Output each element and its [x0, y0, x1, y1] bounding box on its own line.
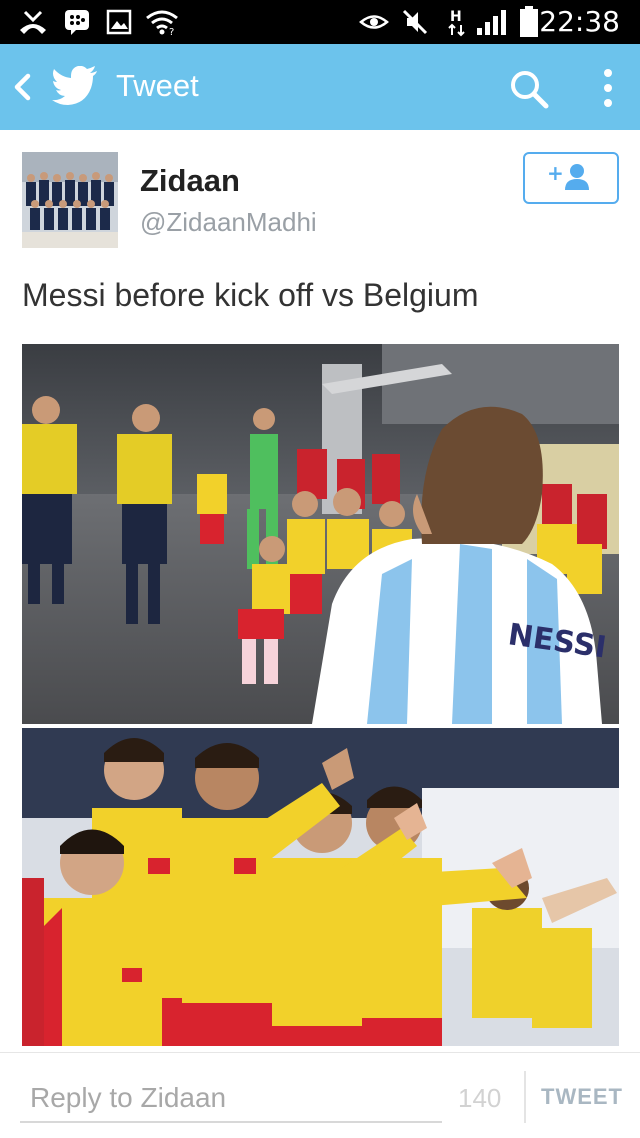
search-icon[interactable]	[508, 68, 550, 110]
bbm-icon	[62, 6, 92, 38]
image-icon	[104, 6, 134, 38]
action-bar-title: Tweet	[116, 68, 199, 103]
divider	[524, 1071, 526, 1123]
reply-input[interactable]	[20, 1075, 442, 1123]
svg-text:?: ?	[169, 27, 174, 36]
missed-call-icon	[14, 6, 52, 38]
tweet-photo-tunnel[interactable]: NESSI	[22, 344, 619, 724]
tweet-text: Messi before kick off vs Belgium	[22, 277, 479, 313]
author-handle[interactable]: @ZidaanMadhi	[140, 205, 317, 239]
network-h-icon: H	[446, 6, 468, 38]
follow-button[interactable]: +	[523, 152, 619, 204]
overflow-menu-icon[interactable]	[596, 66, 620, 110]
eye-icon	[358, 6, 390, 38]
avatar[interactable]	[22, 152, 118, 248]
tweet-photo-kids[interactable]	[22, 728, 619, 1046]
svg-text:+: +	[547, 161, 564, 185]
mute-icon	[400, 6, 430, 38]
add-user-icon: +	[547, 160, 595, 196]
author-name[interactable]: Zidaan	[140, 162, 240, 200]
signal-icon	[474, 6, 510, 38]
battery-icon	[518, 6, 540, 38]
svg-text:H: H	[450, 9, 462, 25]
status-bar: ? H 22:38	[0, 0, 640, 44]
back-icon[interactable]	[12, 73, 34, 101]
tweet-button[interactable]: TWEET	[534, 1077, 630, 1117]
twitter-bird-icon[interactable]	[52, 65, 98, 106]
reply-bar: 140 TWEET	[0, 1052, 640, 1138]
character-count: 140	[458, 1083, 502, 1113]
action-bar: Tweet	[0, 44, 640, 130]
clock: 22:38	[539, 5, 620, 38]
wifi-icon: ?	[144, 6, 180, 38]
